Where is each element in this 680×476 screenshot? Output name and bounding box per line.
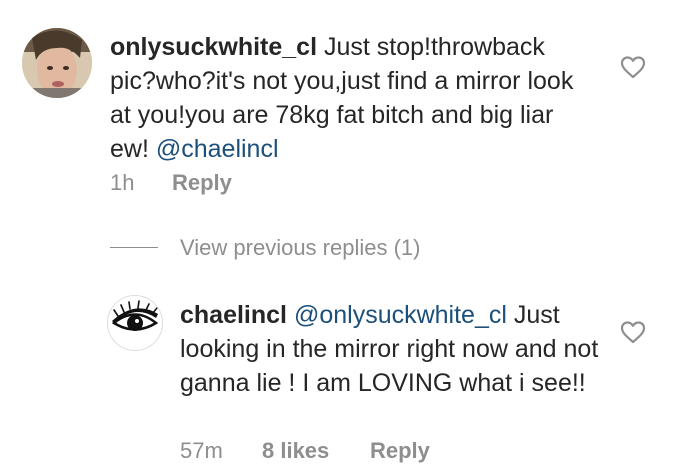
view-previous-replies-button[interactable]: View previous replies (1) <box>180 235 420 261</box>
comment-body: onlysuckwhite_cl Just stop!throwback pic… <box>110 30 590 166</box>
comment-reply-button[interactable]: Reply <box>172 170 232 196</box>
comment-time: 1h <box>110 170 135 195</box>
reply-body: chaelincl @onlysuckwhite_cl Just looking… <box>180 298 600 400</box>
replies-divider-line <box>110 247 158 248</box>
like-comment-heart-icon[interactable] <box>620 55 646 79</box>
user-photo-avatar-icon <box>22 28 92 98</box>
like-reply-heart-icon[interactable] <box>620 320 646 344</box>
reply-reply-button[interactable]: Reply <box>370 438 430 464</box>
reply-mention[interactable]: @onlysuckwhite_cl <box>294 301 507 329</box>
reply-avatar[interactable] <box>107 295 163 351</box>
eye-avatar-icon <box>108 296 162 350</box>
reply-time: 57m <box>180 438 223 463</box>
reply-username[interactable]: chaelincl <box>180 301 287 329</box>
reply-likes-count[interactable]: 8 likes <box>262 438 329 464</box>
comment-username[interactable]: onlysuckwhite_cl <box>110 33 317 61</box>
commenter-avatar[interactable] <box>22 28 92 98</box>
comment-mention[interactable]: @chaelincl <box>156 135 279 163</box>
